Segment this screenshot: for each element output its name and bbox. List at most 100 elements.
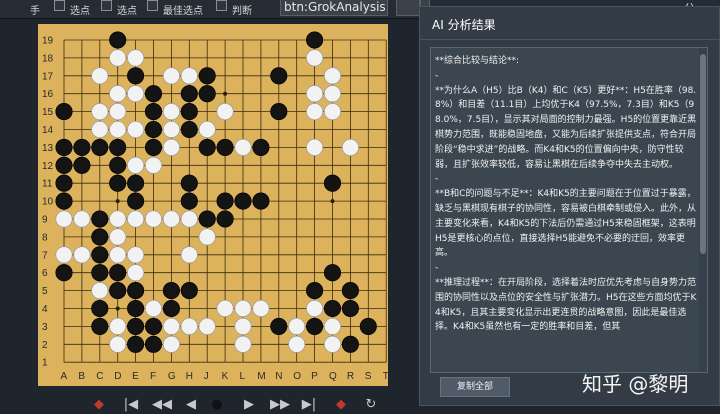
- white-stone: [288, 335, 306, 353]
- black-stone: [144, 85, 163, 103]
- column-label: G: [168, 371, 176, 382]
- column-label: P: [311, 371, 318, 382]
- black-stone: [91, 264, 109, 282]
- black-stone: [270, 103, 288, 121]
- toolbar-item-select-1[interactable]: 选点: [70, 2, 90, 17]
- white-stone: [144, 299, 163, 318]
- toolbar-item-move[interactable]: 手: [30, 2, 40, 17]
- black-stone: [127, 282, 145, 300]
- white-stone: [180, 246, 198, 264]
- row-label: 12: [42, 161, 54, 172]
- column-label: O: [293, 371, 301, 382]
- analysis-text: **综合比较与结论**: - **为什么A（H5）比B（K4）和C（K5）更好*…: [435, 56, 697, 333]
- white-stone: [323, 67, 342, 85]
- white-stone: [180, 210, 198, 228]
- ai-analysis-dialog: AI 分析结果 **综合比较与结论**: - **为什么A（H5）比B（K4）和…: [419, 6, 720, 406]
- row-label: 16: [42, 89, 54, 100]
- toolbar-checkbox-1[interactable]: [54, 0, 65, 11]
- black-stone: [306, 317, 324, 335]
- white-stone: [162, 103, 180, 121]
- white-stone: [323, 103, 342, 121]
- column-label: H: [186, 371, 193, 382]
- white-stone: [306, 103, 324, 121]
- white-stone: [73, 246, 91, 264]
- go-board-canvas[interactable]: 19 18 17 16 15 14 13 12 11 10 9 8 7 6 5 4 3 2 1 A B C D E F G H J K L…: [38, 24, 388, 386]
- red-right-icon[interactable]: ◆: [332, 397, 350, 413]
- toolbar-checkbox-3[interactable]: [147, 0, 158, 11]
- red-left-icon[interactable]: ◆: [90, 397, 108, 413]
- black-stone: [109, 156, 127, 174]
- column-label: A: [61, 371, 68, 382]
- white-stone: [234, 299, 252, 318]
- white-stone: [216, 299, 234, 318]
- white-stone: [109, 228, 127, 246]
- row-label: 2: [42, 340, 48, 351]
- black-stone: [55, 174, 73, 192]
- black-stone: [341, 282, 359, 300]
- white-stone: [55, 210, 73, 228]
- column-label: C: [96, 371, 103, 382]
- toolbar-item-judge[interactable]: 判断: [232, 2, 252, 17]
- stone-icon[interactable]: ●: [208, 397, 226, 413]
- white-stone: [306, 85, 324, 103]
- white-stone: [109, 246, 127, 264]
- white-stone: [162, 210, 180, 228]
- star-point: [115, 306, 120, 311]
- black-stone: [127, 174, 145, 192]
- white-stone: [323, 317, 342, 335]
- black-stone: [270, 317, 288, 335]
- black-stone: [198, 210, 216, 228]
- star-point: [223, 91, 228, 96]
- go-board[interactable]: 19 18 17 16 15 14 13 12 11 10 9 8 7 6 5 4 3 2 1 A B C D E F G H J K L…: [38, 24, 388, 386]
- toolbar-checkbox-2[interactable]: [101, 0, 112, 11]
- analysis-scrollbar[interactable]: [699, 48, 707, 372]
- prev-fast-icon[interactable]: ◀◀: [152, 397, 172, 413]
- scrollbar-thumb[interactable]: [700, 54, 706, 254]
- black-stone: [91, 228, 109, 246]
- black-stone: [144, 335, 163, 353]
- analysis-command-field[interactable]: btn:GrokAnalysis: [280, 0, 388, 16]
- black-stone: [341, 299, 359, 318]
- black-stone: [73, 156, 91, 174]
- analysis-text-area[interactable]: **综合比较与结论**: - **为什么A（H5）比B（K4）和C（K5）更好*…: [430, 47, 708, 373]
- black-stone: [270, 67, 288, 85]
- row-label: 10: [42, 197, 54, 208]
- first-move-icon[interactable]: |◀: [122, 397, 140, 413]
- column-label: R: [347, 371, 354, 382]
- toolbar-button-a[interactable]: [396, 0, 420, 16]
- black-stone: [127, 317, 145, 335]
- row-label: 11: [42, 179, 53, 190]
- black-stone: [144, 120, 163, 139]
- black-stone: [180, 282, 198, 300]
- refresh-icon[interactable]: ↻: [362, 397, 380, 413]
- white-stone: [127, 246, 145, 264]
- toolbar-checkbox-4[interactable]: [216, 0, 227, 11]
- black-stone: [162, 282, 180, 300]
- black-stone: [252, 192, 270, 210]
- toolbar-item-best-select[interactable]: 最佳选点: [163, 2, 203, 17]
- white-stone: [216, 103, 234, 121]
- next-icon[interactable]: ▶: [240, 397, 258, 413]
- white-stone: [341, 138, 359, 156]
- white-stone: [109, 103, 127, 121]
- black-stone: [180, 174, 198, 192]
- black-stone: [73, 138, 91, 156]
- white-stone: [162, 138, 180, 156]
- prev-icon[interactable]: ◀: [182, 397, 200, 413]
- white-stone: [91, 103, 109, 121]
- black-stone: [91, 246, 109, 264]
- column-label: S: [365, 371, 372, 382]
- next-fast-icon[interactable]: ▶▶: [270, 397, 290, 413]
- black-stone: [109, 138, 127, 156]
- white-stone: [91, 282, 109, 300]
- white-stone: [306, 49, 324, 67]
- white-stone: [252, 299, 270, 318]
- column-label: B: [78, 371, 85, 382]
- white-stone: [109, 335, 127, 353]
- row-label: 18: [42, 53, 54, 64]
- last-move-icon[interactable]: ▶|: [300, 397, 318, 413]
- white-stone: [127, 85, 145, 103]
- toolbar-item-select-2[interactable]: 选点: [117, 2, 137, 17]
- white-stone: [144, 156, 163, 174]
- copy-all-button[interactable]: 复制全部: [440, 377, 510, 397]
